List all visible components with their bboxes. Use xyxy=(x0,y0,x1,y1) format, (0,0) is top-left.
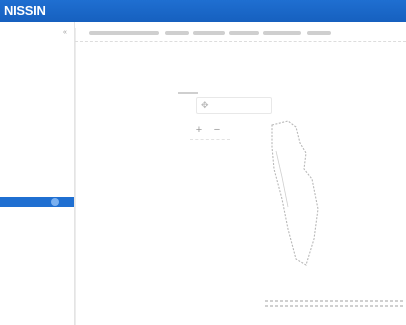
plus-icon[interactable]: + xyxy=(192,123,206,137)
sidebar-item[interactable] xyxy=(0,44,74,55)
minus-icon[interactable]: − xyxy=(210,123,224,137)
tab-4[interactable] xyxy=(229,31,259,35)
sidebar-item[interactable] xyxy=(0,182,74,193)
zoom-controls: + − xyxy=(190,123,230,140)
tab-1[interactable] xyxy=(89,31,159,35)
sidebar-item[interactable] xyxy=(0,151,74,162)
move-icon: ✥ xyxy=(201,100,209,110)
sidebar: « xyxy=(0,22,75,325)
notification-dot-icon xyxy=(51,198,59,206)
chevron-left-icon[interactable]: « xyxy=(63,29,67,36)
tab-6[interactable] xyxy=(307,31,331,35)
part-outline xyxy=(271,120,319,266)
tab-bar xyxy=(75,29,406,42)
brand-logo[interactable]: NISSIN xyxy=(4,3,46,18)
sidebar-item[interactable] xyxy=(0,136,74,147)
watermark-text xyxy=(265,300,405,314)
add-option-button[interactable]: ✥ xyxy=(196,97,272,114)
part-shape-drawing[interactable] xyxy=(260,117,340,277)
sidebar-item[interactable] xyxy=(0,90,74,101)
sidebar-item[interactable] xyxy=(0,60,74,71)
sidebar-item[interactable] xyxy=(0,121,74,132)
sidebar-item[interactable] xyxy=(0,75,74,86)
section-heading-top xyxy=(178,92,198,94)
tab-5[interactable] xyxy=(263,31,301,35)
tab-3[interactable] xyxy=(193,31,225,35)
content-divider xyxy=(75,28,76,325)
tab-2[interactable] xyxy=(165,31,189,35)
sidebar-item[interactable] xyxy=(0,105,74,116)
sidebar-item[interactable] xyxy=(0,167,74,178)
sidebar-item[interactable] xyxy=(0,212,74,223)
top-header-bar: NISSIN xyxy=(0,0,406,22)
main-content: ✥ + − xyxy=(75,22,406,325)
sidebar-item[interactable] xyxy=(0,197,74,207)
